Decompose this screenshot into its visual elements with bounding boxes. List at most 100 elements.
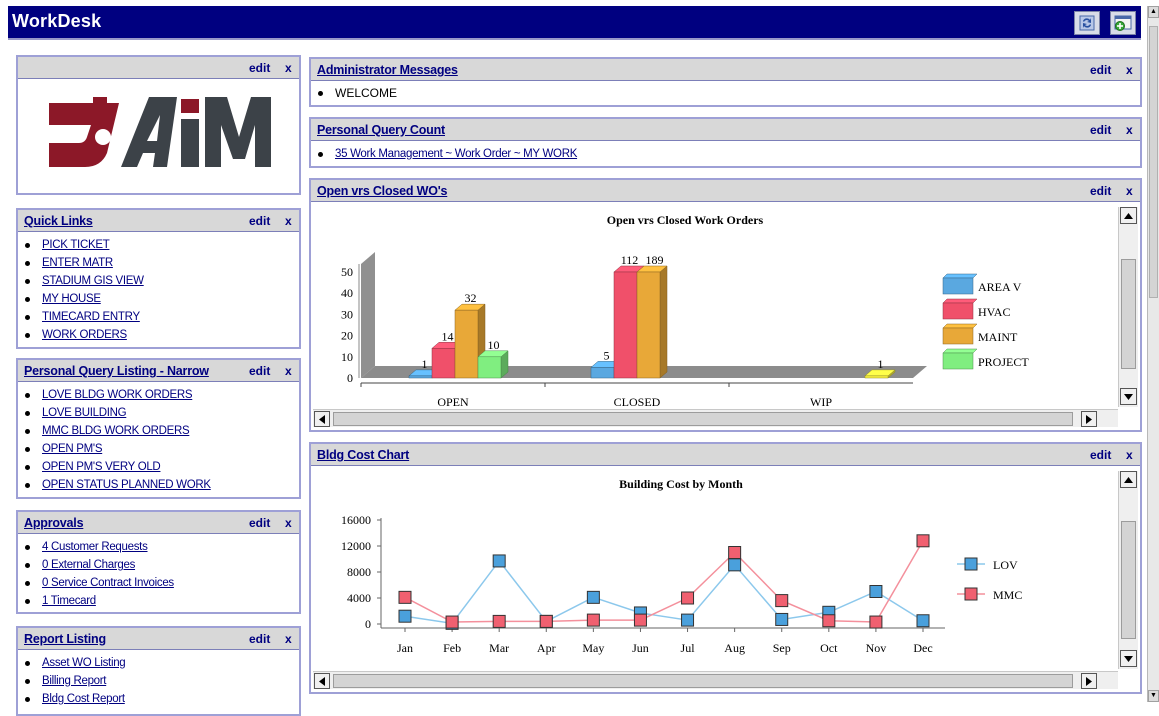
- bldg-cost-title[interactable]: Bldg Cost Chart: [317, 448, 409, 462]
- data-point: [916, 534, 930, 548]
- app-header: WorkDesk: [8, 6, 1141, 40]
- add-window-icon: [1114, 15, 1132, 31]
- x-tick-label: Nov: [866, 641, 887, 655]
- quick-link[interactable]: TIMECARD ENTRY: [42, 309, 140, 325]
- report-listing-list: Asset WO Listing Billing Report Bldg Cos…: [18, 650, 299, 708]
- query-link[interactable]: MMC BLDG WORK ORDERS: [42, 423, 190, 439]
- quick-links-title[interactable]: Quick Links: [24, 214, 93, 228]
- report-link[interactable]: Bldg Cost Report: [42, 691, 125, 707]
- close-link[interactable]: x: [1126, 63, 1133, 77]
- vertical-scroll-thumb[interactable]: [1121, 259, 1136, 369]
- vertical-scroll-thumb[interactable]: [1121, 521, 1136, 639]
- edit-link[interactable]: edit: [1090, 63, 1111, 77]
- chart-horizontal-scrollbar[interactable]: [313, 409, 1118, 427]
- query-count-link[interactable]: 35 Work Management ~ Work Order ~ MY WOR…: [335, 146, 577, 162]
- data-point: [539, 614, 553, 628]
- data-point: [492, 554, 506, 568]
- quick-links-header: Quick Links edit x: [18, 210, 299, 232]
- approvals-header: Approvals edit x: [18, 512, 299, 534]
- scroll-up-icon[interactable]: [1120, 207, 1137, 224]
- query-link[interactable]: OPEN PM'S VERY OLD: [42, 459, 161, 475]
- edit-link[interactable]: edit: [249, 516, 270, 530]
- chart-horizontal-scrollbar[interactable]: [313, 671, 1118, 689]
- close-link[interactable]: x: [285, 516, 292, 530]
- approval-link[interactable]: 4 Customer Requests: [42, 539, 148, 555]
- y-tick-label: 16000: [341, 513, 371, 527]
- edit-link[interactable]: edit: [1090, 448, 1111, 462]
- chart-vertical-scrollbar[interactable]: [1118, 207, 1138, 407]
- close-link[interactable]: x: [285, 364, 292, 378]
- scroll-up-icon[interactable]: [1120, 471, 1137, 488]
- close-link[interactable]: x: [285, 61, 292, 75]
- add-portlet-button[interactable]: [1110, 11, 1136, 35]
- bar-value-label: 1: [422, 357, 428, 371]
- close-link[interactable]: x: [285, 214, 292, 228]
- scroll-down-icon[interactable]: [1120, 650, 1137, 667]
- scroll-down-icon[interactable]: [1120, 388, 1137, 405]
- approval-link[interactable]: 0 Service Contract Invoices: [42, 575, 174, 591]
- legend-label: HVAC: [978, 305, 1010, 319]
- scroll-up-icon[interactable]: ▲: [1148, 6, 1159, 18]
- approvals-title[interactable]: Approvals: [24, 516, 84, 530]
- close-link[interactable]: x: [1126, 184, 1133, 198]
- refresh-button[interactable]: [1074, 11, 1100, 35]
- chart-vertical-scrollbar[interactable]: [1118, 471, 1138, 669]
- quick-link[interactable]: STADIUM GIS VIEW: [42, 273, 144, 289]
- edit-link[interactable]: edit: [1090, 123, 1111, 137]
- query-listing-title[interactable]: Personal Query Listing - Narrow: [24, 364, 209, 378]
- query-listing-list: LOVE BLDG WORK ORDERS LOVE BUILDING MMC …: [18, 382, 299, 494]
- legend-swatch-top: [942, 298, 978, 304]
- list-item: WELCOME: [318, 84, 1140, 102]
- quick-link[interactable]: MY HOUSE: [42, 291, 101, 307]
- horizontal-scroll-thumb[interactable]: [333, 412, 1073, 426]
- bar: [864, 375, 889, 379]
- scroll-left-icon[interactable]: [314, 411, 330, 427]
- page-scroll-thumb[interactable]: [1149, 26, 1158, 298]
- scroll-left-icon[interactable]: [314, 673, 330, 689]
- list-item: Billing Report: [25, 672, 299, 690]
- quick-link[interactable]: PICK TICKET: [42, 237, 110, 253]
- close-link[interactable]: x: [1126, 123, 1133, 137]
- y-tick-label: 8000: [347, 565, 371, 579]
- open-closed-title[interactable]: Open vrs Closed WO's: [317, 184, 447, 198]
- list-item: MMC BLDG WORK ORDERS: [25, 422, 299, 440]
- data-point: [869, 585, 883, 598]
- quick-link[interactable]: ENTER MATR: [42, 255, 113, 271]
- query-count-title[interactable]: Personal Query Count: [317, 123, 445, 137]
- bldg-cost-header: Bldg Cost Chart edit x: [311, 444, 1140, 466]
- close-link[interactable]: x: [1126, 448, 1133, 462]
- query-link[interactable]: LOVE BLDG WORK ORDERS: [42, 387, 193, 403]
- data-point: [681, 591, 695, 605]
- report-link[interactable]: Asset WO Listing: [42, 655, 126, 671]
- approval-link[interactable]: 1 Timecard: [42, 593, 96, 609]
- scroll-right-icon[interactable]: [1081, 673, 1097, 689]
- query-link[interactable]: OPEN STATUS PLANNED WORK: [42, 477, 211, 493]
- legend-label: AREA V: [978, 280, 1022, 294]
- list-item: LOVE BLDG WORK ORDERS: [25, 386, 299, 404]
- data-point: [445, 615, 459, 629]
- legend-swatch: [942, 277, 974, 295]
- edit-link[interactable]: edit: [1090, 184, 1111, 198]
- approval-link[interactable]: 0 External Charges: [42, 557, 135, 573]
- edit-link[interactable]: edit: [249, 61, 270, 75]
- list-item: OPEN PM'S VERY OLD: [25, 458, 299, 476]
- scroll-down-icon[interactable]: ▼: [1148, 690, 1159, 702]
- report-link[interactable]: Billing Report: [42, 673, 107, 689]
- edit-link[interactable]: edit: [249, 632, 270, 646]
- aim-logo-mark: [49, 97, 271, 167]
- edit-link[interactable]: edit: [249, 364, 270, 378]
- x-tick-label: Aug: [724, 641, 745, 655]
- close-link[interactable]: x: [285, 632, 292, 646]
- admin-messages-title[interactable]: Administrator Messages: [317, 63, 458, 77]
- x-tick-label: CLOSED: [614, 395, 661, 407]
- bar-side: [659, 265, 668, 379]
- query-link[interactable]: OPEN PM'S: [42, 441, 103, 457]
- scroll-right-icon[interactable]: [1081, 411, 1097, 427]
- page-scrollbar[interactable]: ▲ ▼: [1147, 6, 1159, 702]
- edit-link[interactable]: edit: [249, 214, 270, 228]
- query-link[interactable]: LOVE BUILDING: [42, 405, 127, 421]
- quick-link[interactable]: WORK ORDERS: [42, 327, 127, 343]
- horizontal-scroll-thumb[interactable]: [333, 674, 1073, 688]
- refresh-icon: [1079, 15, 1095, 31]
- report-listing-title[interactable]: Report Listing: [24, 632, 106, 646]
